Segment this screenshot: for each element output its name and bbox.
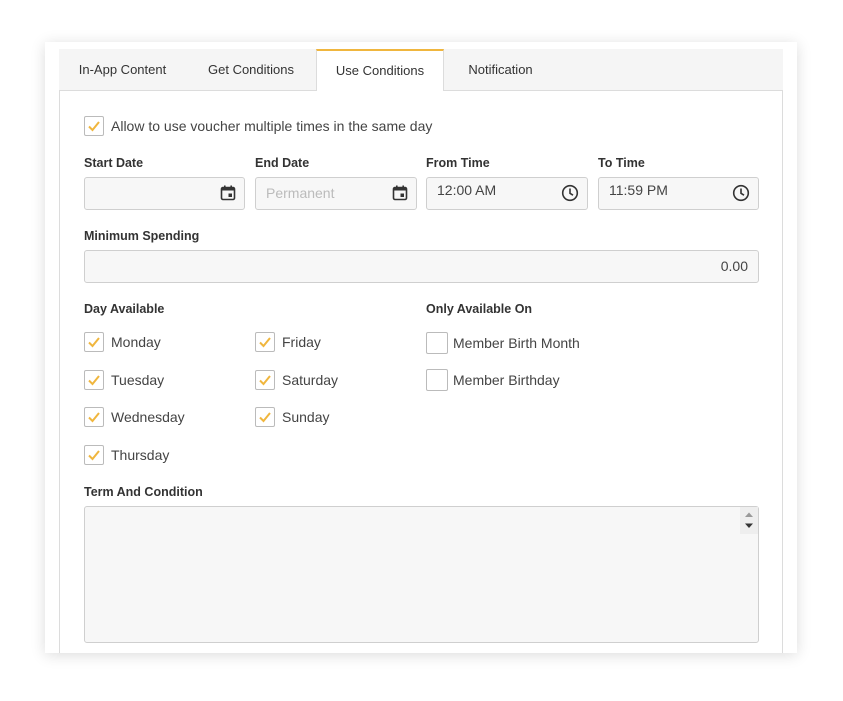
- start-date-label: Start Date: [84, 156, 144, 170]
- friday-label: Friday: [282, 334, 321, 350]
- start-date-input[interactable]: [84, 177, 245, 210]
- only-available-label: Only Available On: [426, 302, 533, 316]
- clock-icon[interactable]: [732, 184, 750, 202]
- sunday-label: Sunday: [282, 409, 330, 425]
- min-spending-value: 0.00: [720, 258, 748, 274]
- checkmark-icon: [88, 337, 100, 348]
- to-time-value: 11:59 PM: [609, 182, 668, 198]
- term-textarea[interactable]: [84, 506, 759, 643]
- monday-checkbox[interactable]: [84, 332, 104, 352]
- to-time-label: To Time: [598, 156, 645, 170]
- friday-checkbox[interactable]: [255, 332, 275, 352]
- end-date-placeholder: Permanent: [266, 185, 335, 201]
- scroll-arrows-icon[interactable]: [740, 507, 758, 534]
- tab-notification[interactable]: Notification: [444, 49, 557, 91]
- monday-label: Monday: [111, 334, 161, 350]
- tab-in-app-content[interactable]: In-App Content: [59, 49, 186, 91]
- sunday-checkbox[interactable]: [255, 407, 275, 427]
- birthday-checkbox[interactable]: [426, 369, 448, 391]
- tab-bar: In-App Content Get Conditions Use Condit…: [59, 49, 783, 92]
- min-spending-label: Minimum Spending: [84, 229, 200, 243]
- from-time-value: 12:00 AM: [437, 182, 497, 198]
- multiple-use-label: Allow to use voucher multiple times in t…: [111, 118, 433, 134]
- multiple-use-checkbox[interactable]: [84, 116, 104, 136]
- checkmark-icon: [259, 375, 271, 386]
- wednesday-checkbox[interactable]: [84, 407, 104, 427]
- saturday-checkbox[interactable]: [255, 370, 275, 390]
- day-available-label: Day Available: [84, 302, 165, 316]
- calendar-icon[interactable]: [220, 185, 236, 201]
- from-time-input[interactable]: 12:00 AM: [426, 177, 588, 210]
- end-date-input[interactable]: Permanent: [255, 177, 417, 210]
- thursday-label: Thursday: [111, 447, 170, 463]
- thursday-checkbox[interactable]: [84, 445, 104, 465]
- checkmark-icon: [88, 450, 100, 461]
- checkmark-icon: [88, 121, 100, 132]
- checkmark-icon: [259, 337, 271, 348]
- end-date-label: End Date: [255, 156, 310, 170]
- birth-month-label: Member Birth Month: [453, 335, 580, 351]
- clock-icon[interactable]: [561, 184, 579, 202]
- tuesday-label: Tuesday: [111, 372, 165, 388]
- from-time-label: From Time: [426, 156, 490, 170]
- textarea-scroll-control[interactable]: [740, 507, 758, 534]
- to-time-input[interactable]: 11:59 PM: [598, 177, 759, 210]
- use-conditions-panel: Allow to use voucher multiple times in t…: [59, 91, 783, 653]
- calendar-icon[interactable]: [392, 185, 408, 201]
- wednesday-label: Wednesday: [111, 409, 185, 425]
- checkmark-icon: [259, 412, 271, 423]
- tab-get-conditions[interactable]: Get Conditions: [186, 49, 316, 91]
- term-label: Term And Condition: [84, 485, 203, 499]
- birthday-label: Member Birthday: [453, 372, 560, 388]
- tuesday-checkbox[interactable]: [84, 370, 104, 390]
- min-spending-input[interactable]: 0.00: [84, 250, 759, 283]
- birth-month-checkbox[interactable]: [426, 332, 448, 354]
- checkmark-icon: [88, 375, 100, 386]
- checkmark-icon: [88, 412, 100, 423]
- voucher-form-card: In-App Content Get Conditions Use Condit…: [45, 42, 797, 653]
- saturday-label: Saturday: [282, 372, 339, 388]
- tab-use-conditions[interactable]: Use Conditions: [316, 49, 444, 92]
